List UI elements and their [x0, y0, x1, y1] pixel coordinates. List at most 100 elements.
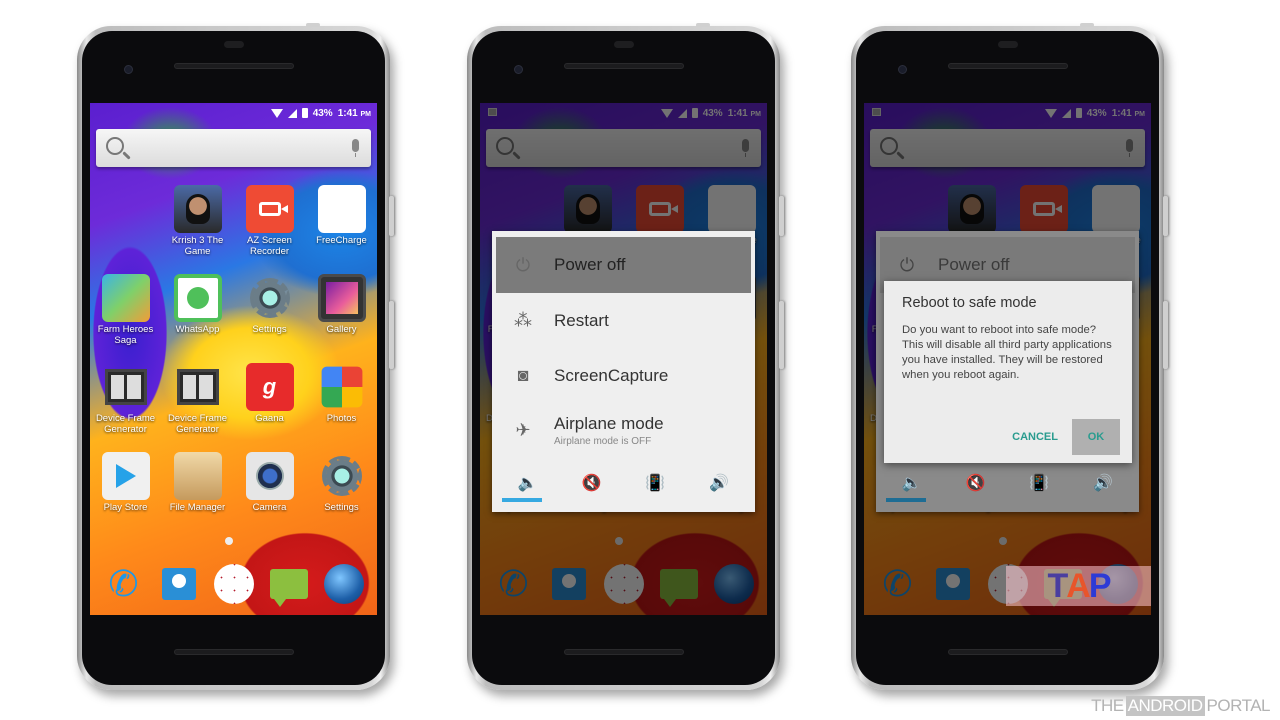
power-off-label: Power off — [938, 255, 1010, 274]
app-play-store[interactable]: Play Store — [90, 452, 162, 541]
site-watermark: THE ANDROID PORTAL — [1091, 696, 1271, 716]
power-button[interactable] — [1163, 196, 1168, 236]
speaker-grille — [173, 63, 294, 69]
app-label: Gaana — [255, 413, 284, 424]
clock-ampm: PM — [360, 110, 372, 118]
stage: 43% 1:41 PM Krrish 3 The Game AZ Screen … — [0, 0, 1280, 720]
device-frame-icon — [102, 363, 150, 411]
status-bar: 43% 1:41 PM — [90, 103, 377, 123]
mic-icon[interactable] — [352, 139, 359, 157]
speaker-mute-icon[interactable]: 🔇 — [569, 473, 615, 493]
vibrate-icon: 📳 — [1029, 475, 1050, 492]
sound-mode-selector: 🔈 🔇 📳 🔊 — [496, 460, 751, 506]
phone-power-menu: 43% 1:41 PM Krrish 3 The Game AZ Screen … — [467, 23, 784, 690]
signal-icon — [287, 108, 297, 118]
safe-mode-dialog: Reboot to safe mode Do you want to reboo… — [884, 281, 1132, 463]
top-button — [696, 23, 710, 27]
gaana-icon: g — [245, 363, 294, 411]
app-freecharge[interactable]: ϟ FreeCharge — [306, 185, 378, 274]
speaker-grille — [947, 63, 1068, 69]
power-off-option[interactable]: ⏻ Power off — [496, 237, 751, 293]
app-grid: Krrish 3 The Game AZ Screen Recorder ϟ Fr… — [90, 185, 377, 541]
phone-icon: ✆ — [108, 563, 139, 604]
app-az-screen-recorder[interactable]: AZ Screen Recorder — [234, 185, 306, 274]
watermark-prefix: THE — [1091, 696, 1124, 715]
airplane-mode-status: Airplane mode is OFF — [554, 436, 652, 447]
app-whatsapp[interactable]: WhatsApp — [162, 274, 234, 363]
dialog-message: Do you want to reboot into safe mode? Th… — [902, 324, 1112, 381]
earpiece — [223, 41, 244, 48]
video-camera-icon — [245, 185, 294, 233]
app-label: Device Frame Generator — [167, 413, 228, 435]
app-device-frame-generator[interactable]: Device Frame Generator — [90, 363, 162, 452]
home-screen: 43% 1:41 PM Krrish 3 The Game AZ Screen … — [90, 103, 377, 615]
watermark-suffix: PORTAL — [1206, 696, 1271, 715]
lightning-icon: ϟ — [317, 185, 366, 233]
cancel-button[interactable]: CANCEL — [1010, 431, 1060, 443]
restart-icon: ⁂ — [514, 310, 532, 330]
globe-icon — [323, 564, 364, 604]
wifi-icon — [270, 108, 283, 118]
front-camera — [124, 65, 133, 74]
krrish-icon — [173, 185, 222, 233]
logo-letter: A — [1066, 566, 1091, 605]
phone-body: 43% 1:41 PM Krrish 3 The Game AZ Screen … — [82, 31, 385, 685]
power-button[interactable] — [779, 196, 784, 236]
app-gaana[interactable]: g Gaana — [234, 363, 306, 452]
camera-icon: ◙ — [517, 365, 529, 385]
power-button[interactable] — [389, 196, 394, 236]
dock-browser[interactable] — [323, 563, 365, 605]
google-search-bar[interactable] — [96, 129, 371, 167]
app-settings[interactable]: Settings — [306, 452, 378, 541]
app-photos[interactable]: Photos — [306, 363, 378, 452]
volume-button[interactable] — [389, 301, 394, 369]
app-krrish[interactable]: Krrish 3 The Game — [162, 185, 234, 274]
device-frame-icon — [174, 363, 222, 411]
power-menu: ⏻ Power off ⁂ Restart ◙ ScreenCapture ✈ … — [492, 231, 755, 512]
speaker-icon[interactable]: 🔈 — [505, 473, 551, 493]
app-farm-heroes[interactable]: Farm Heroes Saga — [90, 274, 162, 363]
restart-label: Restart — [554, 310, 609, 330]
home-screen-dimmed: 43% 1:41 PM Krrish 3 The Game AZ Screen … — [864, 103, 1151, 615]
restart-option[interactable]: ⁂ Restart — [496, 293, 751, 348]
clock: 1:41 — [337, 107, 358, 119]
dialog-actions: CANCEL OK — [1010, 419, 1120, 455]
volume-button[interactable] — [779, 301, 784, 369]
airplane-mode-option[interactable]: ✈ Airplane mode Airplane mode is OFF — [496, 403, 751, 458]
app-label: Krrish 3 The Game — [171, 235, 224, 257]
app-file-manager[interactable]: File Manager — [162, 452, 234, 541]
app-gallery[interactable]: Gallery — [306, 274, 378, 363]
speaker-grille — [563, 63, 684, 69]
app-device-frame-generator[interactable]: Device Frame Generator — [162, 363, 234, 452]
contacts-icon — [161, 568, 196, 600]
speaker-loud-icon: 🔊 — [1093, 475, 1114, 492]
speaker-loud-icon[interactable]: 🔊 — [696, 473, 742, 493]
search-icon[interactable] — [106, 137, 124, 155]
screen-capture-option[interactable]: ◙ ScreenCapture — [496, 348, 751, 403]
dock-app-drawer[interactable] — [213, 563, 255, 605]
earpiece — [997, 41, 1018, 48]
pinwheel-icon — [321, 366, 362, 408]
app-label: Play Store — [103, 502, 148, 513]
app-label: Camera — [252, 502, 287, 513]
app-label: Device Frame Generator — [95, 413, 156, 435]
dock-contacts[interactable] — [158, 563, 200, 605]
gallery-icon — [317, 274, 366, 322]
gear-icon — [246, 274, 294, 322]
top-button — [1080, 23, 1094, 27]
gear-icon — [318, 452, 366, 500]
app-settings[interactable]: Settings — [234, 274, 306, 363]
logo-letter: T — [1047, 566, 1068, 605]
volume-button[interactable] — [1163, 301, 1168, 369]
earpiece — [613, 41, 634, 48]
front-camera — [898, 65, 907, 74]
vibrate-icon[interactable]: 📳 — [632, 473, 678, 493]
dock-messaging[interactable] — [268, 563, 310, 607]
ok-button[interactable]: OK — [1072, 419, 1120, 455]
power-icon: ⏻ — [515, 254, 531, 275]
app-camera[interactable]: Camera — [234, 452, 306, 541]
farm-heroes-icon — [101, 274, 150, 322]
screen-capture-label: ScreenCapture — [554, 365, 669, 385]
app-label: Settings — [324, 502, 359, 513]
dock-phone[interactable]: ✆ — [103, 563, 145, 605]
